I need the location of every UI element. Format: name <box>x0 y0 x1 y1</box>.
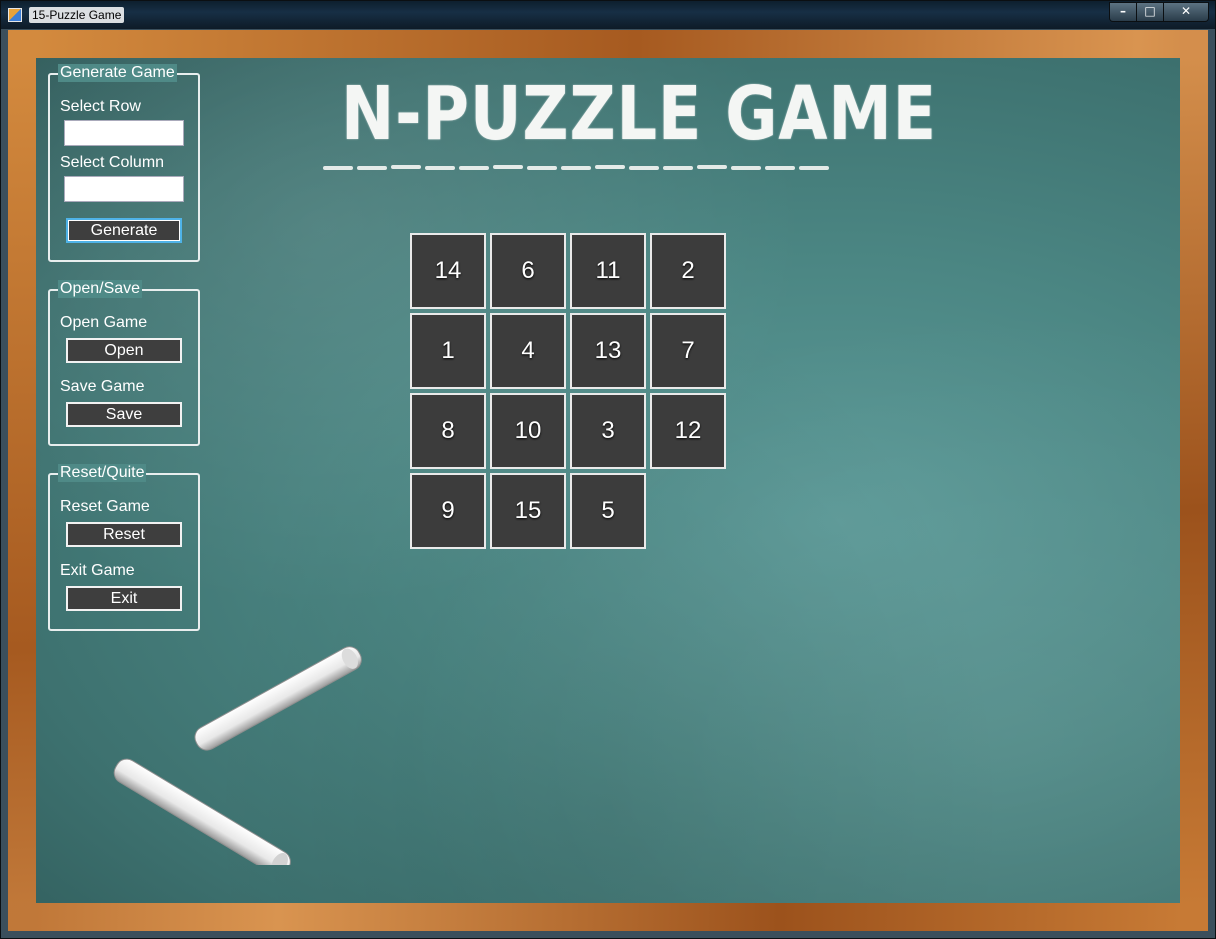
puzzle-tile[interactable]: 9 <box>410 473 486 549</box>
open-button[interactable]: Open <box>66 338 182 363</box>
app-icon <box>8 8 22 22</box>
puzzle-tile[interactable]: 5 <box>570 473 646 549</box>
puzzle-tile[interactable]: 6 <box>490 233 566 309</box>
select-column-label: Select Column <box>60 154 165 171</box>
puzzle-tile[interactable]: 13 <box>570 313 646 389</box>
window-title: 15-Puzzle Game <box>29 7 125 23</box>
puzzle-tile[interactable]: 11 <box>570 233 646 309</box>
reset-button[interactable]: Reset <box>66 522 182 547</box>
select-column-input[interactable] <box>64 176 184 202</box>
close-button[interactable]: ✕ <box>1163 3 1208 21</box>
puzzle-tile[interactable]: 7 <box>650 313 726 389</box>
open-save-title: Open/Save <box>58 280 143 298</box>
minimize-button[interactable]: – <box>1110 3 1136 21</box>
generate-game-title: Generate Game <box>58 64 177 82</box>
title-bar[interactable]: 15-Puzzle Game – □ ✕ <box>1 1 1215 29</box>
reset-quit-group: Reset/Quite Reset Game Reset Exit Game E… <box>48 464 200 631</box>
open-save-group: Open/Save Open Game Open Save Game Save <box>48 280 200 446</box>
select-row-label: Select Row <box>60 98 141 115</box>
exit-button[interactable]: Exit <box>66 586 182 611</box>
select-row-input[interactable] <box>64 120 184 146</box>
game-heading: N-PUZZLE GAME <box>341 71 937 157</box>
puzzle-tile[interactable]: 1 <box>410 313 486 389</box>
window-controls: – □ ✕ <box>1109 2 1209 22</box>
puzzle-tile[interactable]: 2 <box>650 233 726 309</box>
save-button[interactable]: Save <box>66 402 182 427</box>
puzzle-tile[interactable]: 12 <box>650 393 726 469</box>
heading-underline <box>323 165 829 170</box>
puzzle-tile[interactable]: 8 <box>410 393 486 469</box>
reset-game-label: Reset Game <box>60 498 150 515</box>
puzzle-tile[interactable]: 15 <box>490 473 566 549</box>
generate-button[interactable]: Generate <box>66 218 182 243</box>
exit-game-label: Exit Game <box>60 562 135 579</box>
puzzle-tile[interactable]: 10 <box>490 393 566 469</box>
puzzle-tile[interactable]: 4 <box>490 313 566 389</box>
generate-game-group: Generate Game Select Row Select Column G… <box>48 64 200 262</box>
reset-quit-title: Reset/Quite <box>58 464 147 482</box>
chalk-stick-icon <box>113 646 362 865</box>
puzzle-grid: 14 6 11 2 1 4 13 7 8 10 3 12 9 15 5 <box>410 233 730 553</box>
save-game-label: Save Game <box>60 378 145 395</box>
open-game-label: Open Game <box>60 314 148 331</box>
puzzle-tile[interactable]: 3 <box>570 393 646 469</box>
puzzle-tile[interactable]: 14 <box>410 233 486 309</box>
app-window: 15-Puzzle Game – □ ✕ Generate Game Selec… <box>0 0 1216 939</box>
maximize-button[interactable]: □ <box>1136 3 1163 21</box>
